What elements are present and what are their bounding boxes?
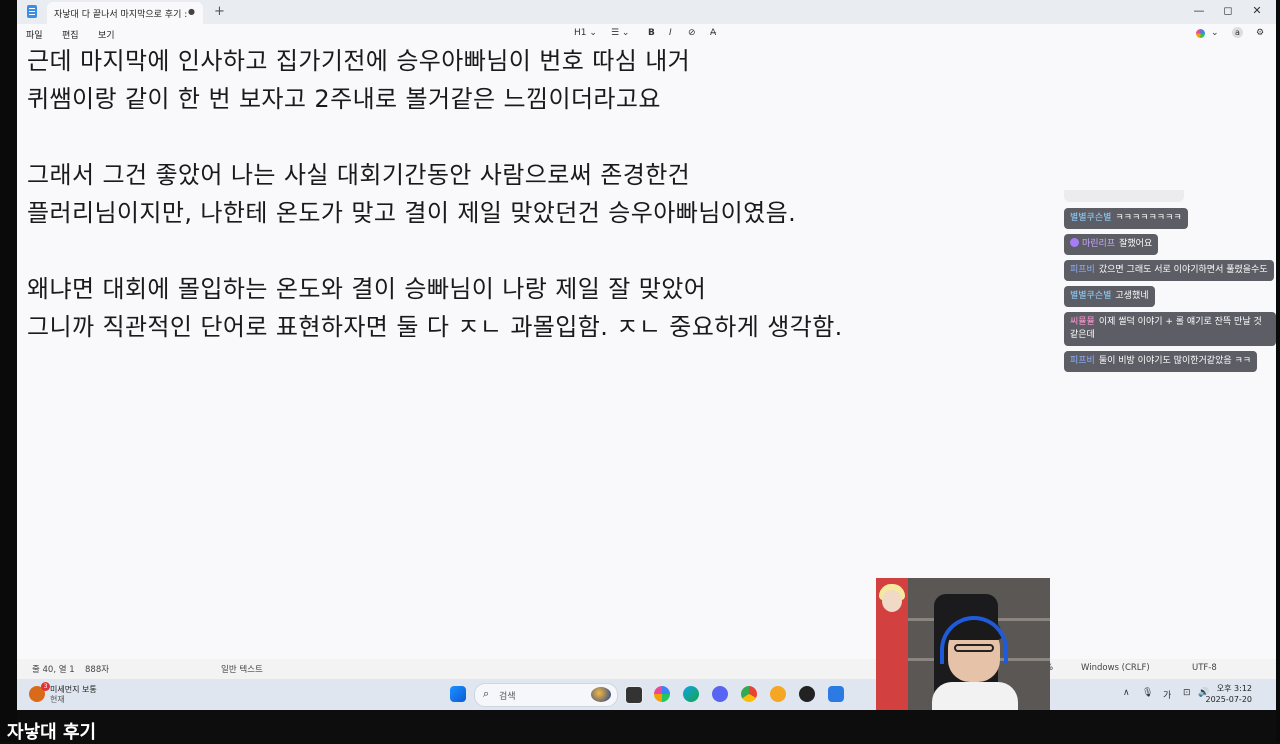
status-bar: 줄 40, 열 1 888자 일반 텍스트 % Windows (CRLF) U… <box>17 659 1276 679</box>
chat-text: 갔으면 그래도 서로 이야기하면서 풀렸을수도 <box>1098 265 1268 275</box>
edge-browser-icon[interactable] <box>683 686 699 702</box>
list-dropdown[interactable]: ☰ ⌄ <box>611 28 629 38</box>
copilot-icon[interactable] <box>1196 29 1205 38</box>
task-view-icon[interactable] <box>625 686 643 704</box>
clear-format-icon[interactable]: A̶ <box>710 28 716 38</box>
search-icon: ⌕ <box>483 687 490 700</box>
encoding: UTF-8 <box>1192 663 1217 673</box>
microphone-icon[interactable]: 🎙 <box>1142 688 1153 698</box>
copilot-taskbar-icon[interactable] <box>654 686 670 702</box>
chat-text: ㅋㅋㅋㅋㅋㅋㅋㅋ <box>1115 213 1182 223</box>
chat-message: 별별쿠슨별 ㅋㅋㅋㅋㅋㅋㅋㅋ <box>1064 208 1188 229</box>
cursor-position: 줄 40, 열 1 <box>32 665 75 675</box>
heart-badge-icon <box>1070 238 1079 247</box>
webcam-overlay <box>876 578 1050 710</box>
settings-gear-icon[interactable]: ⚙ <box>1256 28 1264 38</box>
close-button[interactable]: ✕ <box>1247 4 1267 17</box>
weather-icon[interactable]: 3 <box>29 682 50 702</box>
anime-character-image <box>876 578 908 710</box>
chat-text: 잘했어요 <box>1119 239 1153 249</box>
menu-view[interactable]: 보기 <box>98 28 115 41</box>
chat-message: 씨뮬뮬 이제 썰덕 이야기 + 롤 얘기로 잔뜩 만날 것같은데 <box>1064 312 1276 346</box>
chat-message: 피프비 갔으면 그래도 서로 이야기하면서 풀렸을수도 <box>1064 260 1274 281</box>
tab-title: 자낳대 다 끝나서 마지막으로 후기 : <box>54 10 188 20</box>
right-border <box>1276 0 1280 742</box>
chat-text: 이제 썰덕 이야기 + 롤 얘기로 잔뜩 만날 것같은데 <box>1070 317 1262 340</box>
stream-title: 자낳대 후기 <box>7 722 97 743</box>
network-icon[interactable]: ⊡ <box>1183 688 1191 698</box>
taskbar: 3 미세먼지 보통 현재 ⌕ 검색 ∧ 🎙 가 ⊡ 🔊 오후 3:12 2025… <box>17 679 1276 710</box>
clock-date: 2025-07-20 <box>1205 695 1253 704</box>
weather-subtitle: 현재 <box>50 695 65 704</box>
heading-dropdown[interactable]: H1 ⌄ <box>574 28 597 38</box>
unsaved-dot-icon[interactable]: ● <box>188 7 195 16</box>
left-border <box>0 0 17 742</box>
stream-chat-overlay: 별별쿠슨별 ㅋㅋㅋㅋㅋㅋㅋㅋ 마린리프 잘했어요 피프비 갔으면 그래도 서로 이야기하면… <box>1064 190 1276 377</box>
weather-badge: 3 <box>41 682 50 691</box>
kakao-app-icon[interactable] <box>770 686 786 702</box>
char-count: 888자 <box>85 665 110 675</box>
notepad-app-icon <box>27 5 37 18</box>
chat-message: 별별쿠슨별 고생했네 <box>1064 286 1155 307</box>
doc-line: 근데 마지막에 인사하고 집가기전에 승우아빠님이 번호 따심 내거 <box>27 47 691 75</box>
account-avatar[interactable]: a <box>1232 27 1243 38</box>
maximize-button[interactable]: ◻ <box>1218 4 1238 17</box>
chat-top-fade <box>1064 190 1184 202</box>
character-face <box>882 590 902 612</box>
chat-nick: 씨뮬뮬 <box>1070 317 1095 327</box>
italic-button[interactable]: I <box>669 28 672 38</box>
discord-icon[interactable] <box>712 686 728 702</box>
doc-line: 그래서 그건 좋았어 나는 사실 대회기간동안 사람으로써 존경한건 <box>27 161 691 189</box>
bold-button[interactable]: B <box>648 28 655 38</box>
chat-nick: 피프비 <box>1070 356 1095 366</box>
chat-nick: 피프비 <box>1070 265 1095 275</box>
document-tab[interactable]: 자낳대 다 끝나서 마지막으로 후기 : ● <box>47 2 203 24</box>
menu-edit[interactable]: 편집 <box>62 28 79 41</box>
chat-message: 마린리프 잘했어요 <box>1064 234 1159 255</box>
notepad-taskbar-icon[interactable] <box>828 686 844 702</box>
doc-line <box>27 232 843 270</box>
copilot-dropdown-icon[interactable]: ⌄ <box>1211 28 1219 38</box>
search-highlight-icon <box>591 687 611 702</box>
chrome-icon[interactable] <box>741 686 757 702</box>
search-label: 검색 <box>499 692 516 702</box>
menu-bar: 파일 편집 보기 H1 ⌄ ☰ ⌄ B I ⊘ A̶ ⌄ a ⚙ <box>17 24 1276 44</box>
new-tab-button[interactable]: + <box>214 4 225 19</box>
tray-overflow-icon[interactable]: ∧ <box>1123 688 1130 698</box>
system-clock[interactable]: 오후 3:12 2025-07-20 <box>1206 683 1253 705</box>
chat-nick: 마린리프 <box>1082 239 1116 249</box>
menu-file[interactable]: 파일 <box>26 28 43 41</box>
chat-text: 둘이 비방 이야기도 많이한거같았음 ㅋㅋ <box>1098 356 1252 366</box>
start-windows-icon[interactable] <box>450 686 466 702</box>
minimize-button[interactable]: — <box>1189 4 1209 17</box>
link-icon[interactable]: ⊘ <box>688 28 696 38</box>
doc-line <box>27 118 843 156</box>
input-language-icon[interactable]: 가 <box>1163 688 1171 701</box>
title-bar: 자낳대 다 끝나서 마지막으로 후기 : ● + — ◻ ✕ <box>17 0 1276 24</box>
taskbar-search[interactable]: ⌕ 검색 <box>474 683 618 707</box>
clock-time: 오후 3:12 <box>1216 684 1252 693</box>
chat-nick: 별별쿠슨별 <box>1070 291 1112 301</box>
chat-nick: 별별쿠슨별 <box>1070 213 1112 223</box>
document-content[interactable]: 근데 마지막에 인사하고 집가기전에 승우아빠님이 번호 따심 내거 퀴쌤이랑 … <box>27 42 843 346</box>
line-ending: Windows (CRLF) <box>1081 663 1150 673</box>
obs-icon[interactable] <box>799 686 815 702</box>
streamer-shirt <box>932 682 1018 710</box>
doc-line: 플러리님이지만, 나한테 온도가 맞고 결이 제일 맞았던건 승우아빠님이였음. <box>27 199 797 227</box>
chat-message: 피프비 둘이 비방 이야기도 많이한거같았음 ㅋㅋ <box>1064 351 1258 372</box>
doc-line: 왜냐면 대회에 몰입하는 온도와 결이 승빠님이 나랑 제일 잘 맞았어 <box>27 275 707 303</box>
doc-line: 그니까 직관적인 단어로 표현하자면 둘 다 ㅈㄴ 과몰입함. ㅈㄴ 중요하게 … <box>27 313 843 341</box>
text-format: 일반 텍스트 <box>221 665 263 675</box>
doc-line: 퀴쌤이랑 같이 한 번 보자고 2주내로 볼거같은 느낌이더라고요 <box>27 85 661 113</box>
glasses <box>954 644 994 652</box>
chat-text: 고생했네 <box>1115 291 1149 301</box>
